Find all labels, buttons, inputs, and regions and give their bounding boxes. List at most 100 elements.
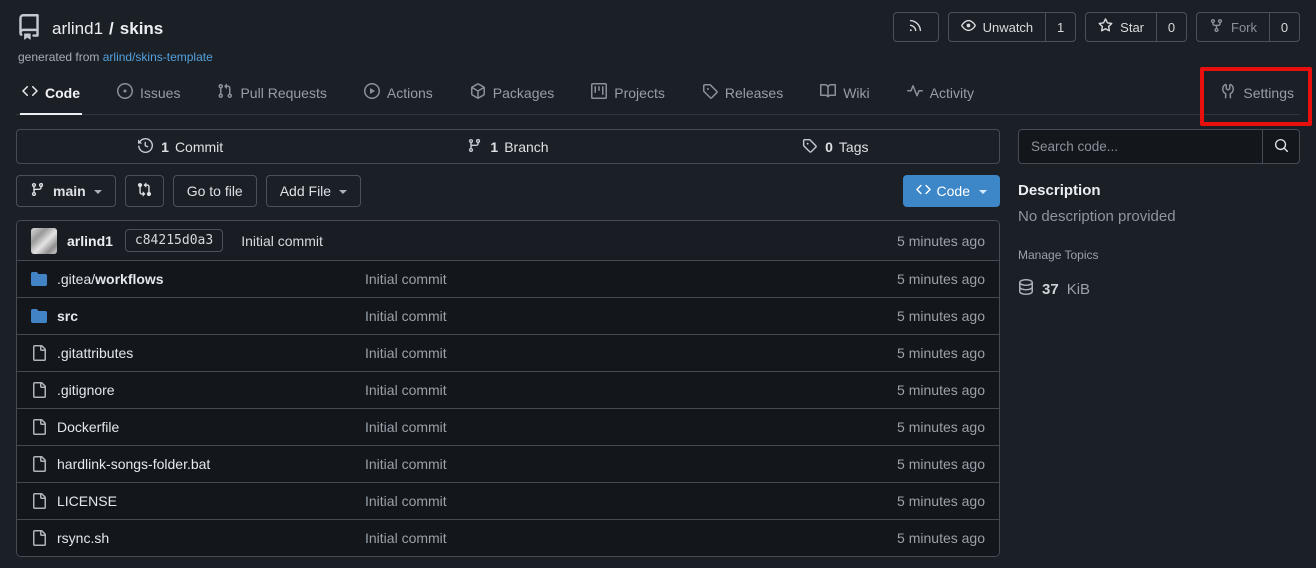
row-commit-message[interactable]: Initial commit — [365, 419, 897, 435]
tab-actions[interactable]: Actions — [362, 74, 435, 115]
row-commit-message[interactable]: Initial commit — [365, 382, 897, 398]
commit-author-link[interactable]: arlind1 — [67, 233, 113, 249]
file-name-link[interactable]: .gitignore — [57, 382, 115, 398]
row-commit-message[interactable]: Initial commit — [365, 271, 897, 287]
watchers-count[interactable]: 1 — [1045, 13, 1075, 41]
code-download-dropdown[interactable]: Code — [903, 175, 1000, 207]
tab-releases[interactable]: Releases — [700, 74, 785, 115]
file-icon — [31, 419, 47, 435]
row-time: 5 minutes ago — [897, 308, 999, 324]
file-name-link[interactable]: .gitattributes — [57, 345, 133, 361]
generated-from-label: generated from — [18, 50, 99, 64]
tab-code[interactable]: Code — [20, 74, 82, 115]
fork-button-group: Fork 0 — [1196, 12, 1300, 42]
star-button[interactable]: Star — [1086, 13, 1156, 41]
tags-count-link[interactable]: 0 Tags — [672, 130, 999, 163]
table-row: .gitignore Initial commit 5 minutes ago — [17, 371, 999, 408]
forks-count[interactable]: 0 — [1269, 13, 1299, 41]
add-file-dropdown[interactable]: Add File — [266, 175, 361, 207]
pulse-icon — [907, 83, 923, 102]
manage-topics-link[interactable]: Manage Topics — [1018, 248, 1099, 262]
file-name-link[interactable]: hardlink-songs-folder.bat — [57, 456, 210, 472]
table-row: .gitattributes Initial commit 5 minutes … — [17, 334, 999, 371]
file-name-link[interactable]: rsync.sh — [57, 530, 109, 546]
branch-selector[interactable]: main — [16, 175, 116, 207]
file-icon — [31, 493, 47, 509]
file-name-link[interactable]: src — [57, 308, 78, 324]
repo-action-buttons: Unwatch 1 Star 0 Fork 0 — [893, 12, 1300, 42]
tab-pull-requests[interactable]: Pull Requests — [215, 74, 328, 115]
row-commit-message[interactable]: Initial commit — [365, 493, 897, 509]
tab-projects[interactable]: Projects — [589, 74, 667, 115]
row-time: 5 minutes ago — [897, 271, 999, 287]
compare-icon — [137, 182, 152, 200]
commit-hash-link[interactable]: c84215d0a3 — [125, 229, 223, 252]
file-name-link[interactable]: Dockerfile — [57, 419, 119, 435]
row-commit-message[interactable]: Initial commit — [365, 345, 897, 361]
repo-size-value: 37 — [1042, 281, 1059, 298]
eye-icon — [961, 18, 976, 36]
branches-count-link[interactable]: 1 Branch — [344, 130, 671, 163]
fork-button[interactable]: Fork — [1197, 13, 1269, 41]
description-text: No description provided — [1018, 208, 1300, 225]
search-input[interactable] — [1019, 130, 1262, 163]
repo-nav-tabs: Code Issues Pull Requests Actions Packag… — [16, 74, 1300, 115]
issue-icon — [117, 83, 133, 102]
unwatch-label: Unwatch — [983, 20, 1034, 35]
file-name-link[interactable]: LICENSE — [57, 493, 117, 509]
star-label: Star — [1120, 20, 1144, 35]
tab-packages[interactable]: Packages — [468, 74, 556, 115]
rss-icon — [908, 18, 923, 36]
commits-count-link[interactable]: 1 Commit — [17, 130, 344, 163]
code-icon — [916, 182, 931, 200]
table-row: src Initial commit 5 minutes ago — [17, 297, 999, 334]
latest-commit-row: arlind1 c84215d0a3 Initial commit 5 minu… — [17, 221, 999, 260]
package-icon — [470, 83, 486, 102]
row-commit-message[interactable]: Initial commit — [365, 530, 897, 546]
tab-settings[interactable]: Settings — [1218, 74, 1296, 115]
repo-name-heading: arlind1/skins — [52, 19, 163, 39]
folder-icon — [31, 271, 47, 287]
repo-owner-link[interactable]: arlind1 — [52, 19, 103, 38]
avatar[interactable] — [31, 228, 57, 254]
file-toolbar: main Go to file Add File Code — [16, 175, 1000, 207]
file-icon — [31, 345, 47, 361]
rss-button[interactable] — [893, 12, 939, 42]
branch-icon — [467, 138, 484, 156]
row-commit-message[interactable]: Initial commit — [365, 456, 897, 472]
tab-issues[interactable]: Issues — [115, 74, 182, 115]
search-button[interactable] — [1262, 130, 1299, 163]
file-name-link[interactable]: .gitea/workflows — [57, 271, 164, 287]
go-to-file-button[interactable]: Go to file — [173, 175, 257, 207]
row-time: 5 minutes ago — [897, 345, 999, 361]
row-commit-message[interactable]: Initial commit — [365, 308, 897, 324]
repo-counts-bar: 1 Commit 1 Branch 0 Tags — [16, 129, 1000, 164]
tab-activity[interactable]: Activity — [905, 74, 976, 115]
repo-header: arlind1/skins Unwatch 1 Star 0 — [0, 0, 1316, 115]
tab-wiki[interactable]: Wiki — [818, 74, 871, 115]
compare-branches-button[interactable] — [125, 175, 164, 207]
row-time: 5 minutes ago — [897, 530, 999, 546]
chevron-down-icon — [94, 190, 102, 194]
fork-icon — [1209, 18, 1224, 36]
table-row: Dockerfile Initial commit 5 minutes ago — [17, 408, 999, 445]
search-icon — [1274, 138, 1289, 156]
commit-message-link[interactable]: Initial commit — [241, 233, 323, 249]
file-table: arlind1 c84215d0a3 Initial commit 5 minu… — [16, 220, 1000, 557]
pull-request-icon — [217, 83, 233, 102]
table-row: LICENSE Initial commit 5 minutes ago — [17, 482, 999, 519]
code-search-box — [1018, 129, 1300, 164]
star-button-group: Star 0 — [1085, 12, 1187, 42]
settings-tab-wrapper: Settings — [1218, 74, 1296, 114]
chevron-down-icon — [339, 190, 347, 194]
table-row: rsync.sh Initial commit 5 minutes ago — [17, 519, 999, 556]
template-repo-link[interactable]: arlind/skins-template — [103, 50, 213, 64]
unwatch-button[interactable]: Unwatch — [949, 13, 1046, 41]
stars-count[interactable]: 0 — [1156, 13, 1186, 41]
row-time: 5 minutes ago — [897, 456, 999, 472]
code-icon — [22, 83, 38, 102]
project-board-icon — [591, 83, 607, 102]
repo-name-link[interactable]: skins — [120, 19, 163, 38]
repo-sidebar: Description No description provided Mana… — [1018, 129, 1300, 557]
row-time: 5 minutes ago — [897, 382, 999, 398]
